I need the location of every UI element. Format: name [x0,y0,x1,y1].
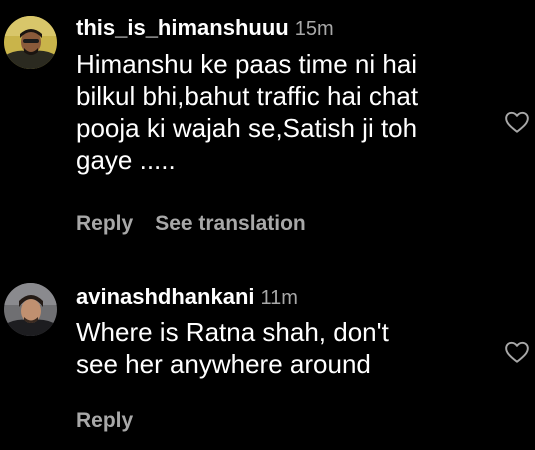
avatar[interactable] [4,16,57,69]
username[interactable]: this_is_himanshuuu [76,15,289,40]
comment-text-line: see her anywhere around [76,349,371,379]
timestamp: 15m [294,18,334,40]
avatar-photo [4,283,57,336]
heart-outline-icon[interactable] [504,339,530,365]
comment-text: Himanshu ke paas time ni hai bilkul bhi,… [76,48,418,176]
avatar[interactable] [4,283,57,336]
comment-header: avinashdhankani 11m [76,284,298,309]
comment-header: this_is_himanshuuu 15m [76,15,334,40]
username[interactable]: avinashdhankani [76,284,255,309]
comment-text-line: bilkul bhi,bahut traffic hai chat [76,81,419,111]
avatar-photo [4,16,57,69]
comment-item: this_is_himanshuuu 15m Himanshu ke paas t… [0,0,535,250]
comment-text-line: gaye ..... [76,145,176,175]
reply-button[interactable]: Reply [76,212,133,235]
comment-actions: Reply See translation [76,213,306,234]
comment-actions: Reply [76,410,133,431]
heart-outline-icon[interactable] [504,109,530,135]
comment-text-line: Himanshu ke paas time ni hai [76,49,418,79]
comment-text-line: pooja ki wajah se,Satish ji toh [76,113,418,143]
timestamp: 11m [260,287,298,309]
comment-text: Where is Ratna shah, don't see her anywh… [76,316,389,380]
comment-text-line: Where is Ratna shah, don't [76,317,389,347]
reply-button[interactable]: Reply [76,409,133,432]
comment-item: avinashdhankani 11m Where is Ratna shah, … [0,250,535,450]
see-translation-button[interactable]: See translation [155,212,306,235]
